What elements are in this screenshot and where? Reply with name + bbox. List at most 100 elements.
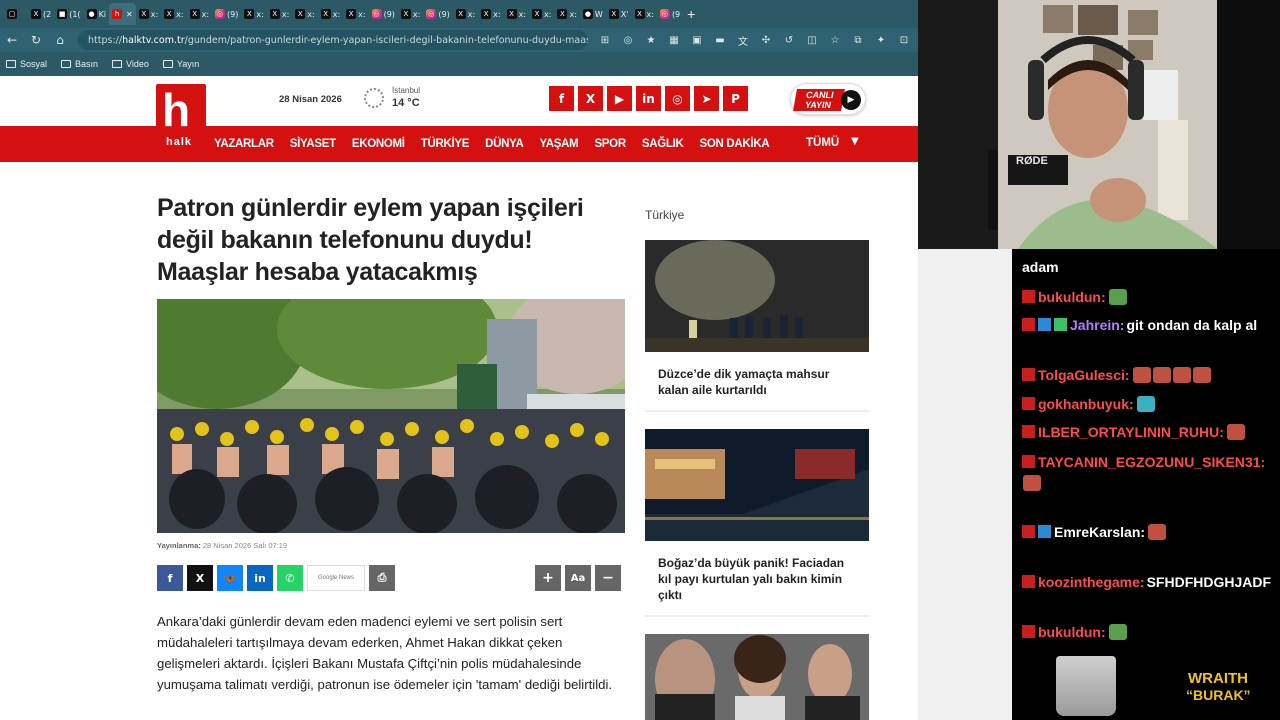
browser-tab[interactable]: ● W [580, 3, 606, 25]
x-icon: X [400, 9, 411, 19]
bookmark-folder[interactable]: Basın [61, 59, 98, 69]
favorites-icon[interactable]: ☆ [826, 31, 844, 49]
nav-item[interactable]: SPOR [594, 138, 626, 150]
pinterest-icon[interactable]: P [723, 86, 748, 111]
font-increase-button[interactable]: + [535, 565, 561, 591]
nav-all-button[interactable]: TÜMÜ [806, 137, 839, 149]
chat-username[interactable]: TAYCANIN_EGZOZUNU_SIKEN31: [1038, 454, 1265, 470]
screenshot-icon[interactable]: ⊡ [895, 31, 913, 49]
browser-tab[interactable]: ● Ki [84, 3, 109, 25]
sidebar-card[interactable] [645, 634, 869, 720]
linkedin-icon[interactable]: in [636, 86, 661, 111]
chat-username[interactable]: Jahrein: [1070, 317, 1124, 333]
chat-username[interactable]: ILBER_ORTAYLININ_RUHU: [1038, 424, 1224, 440]
nav-item[interactable]: SİYASET [290, 138, 336, 150]
chat-username[interactable]: EmreKarslan: [1054, 524, 1145, 540]
browser-tab[interactable]: ■ (1( [54, 3, 83, 25]
back-icon[interactable]: ← [0, 28, 24, 52]
browser-tab[interactable]: Xx: [292, 3, 317, 25]
bluesky-share-button[interactable]: 🦋 [217, 565, 243, 591]
article-hero-image[interactable] [157, 299, 625, 533]
youtube-icon[interactable]: ▶ [607, 86, 632, 111]
x-icon[interactable]: X [578, 86, 603, 111]
nav-item[interactable]: SON DAKİKA [700, 138, 770, 150]
home-icon[interactable]: ⌂ [48, 28, 72, 52]
chat-username[interactable]: TolgaGulesci: [1038, 367, 1130, 383]
browser-tab[interactable]: Xx: [161, 3, 186, 25]
bookmark-folder[interactable]: Yayın [162, 59, 199, 69]
live-broadcast-button[interactable]: CANLI YAYIN ▶ [790, 83, 866, 115]
extension-icon[interactable]: ▣ [688, 31, 706, 49]
refresh-icon[interactable]: ↺ [780, 31, 798, 49]
browser-tab[interactable]: Xx: [453, 3, 478, 25]
x-share-button[interactable]: X [187, 565, 213, 591]
font-decrease-button[interactable]: − [595, 565, 621, 591]
chat-text: adam [1022, 259, 1059, 275]
extension-icon[interactable]: ✣ [757, 31, 775, 49]
chat-username[interactable]: bukuldun: [1038, 289, 1106, 305]
google-news-button[interactable]: Google News [307, 565, 365, 591]
live-line1: CANLI [805, 90, 835, 100]
browser-tab[interactable]: X X' [606, 3, 632, 25]
browser-tab[interactable]: ◎ (9) [423, 3, 452, 25]
nav-item[interactable]: YAZARLAR [214, 138, 274, 150]
bookmark-folder[interactable]: Sosyal [6, 59, 47, 69]
tracking-icon[interactable]: ◎ [619, 31, 637, 49]
sidebar-card[interactable]: Düzce’de dik yamaçta mahsur kalan aile k… [645, 240, 869, 412]
browser-tab[interactable]: Xx: [267, 3, 292, 25]
facebook-share-button[interactable]: f [157, 565, 183, 591]
read-mode-icon[interactable]: ⊞ [596, 31, 614, 49]
browser-tab[interactable]: Xx: [187, 3, 212, 25]
nav-item[interactable]: SAĞLIK [642, 138, 684, 150]
browser-tab[interactable]: X (2 [28, 3, 54, 25]
chat-username[interactable]: koozinthegame: [1038, 574, 1145, 590]
sidebar-section-title[interactable]: Türkiye [645, 208, 684, 222]
reload-icon[interactable]: ↻ [24, 28, 48, 52]
whatsapp-share-button[interactable]: ✆ [277, 565, 303, 591]
browser-tab[interactable]: h ✕ [109, 3, 136, 25]
font-reset-button[interactable]: Aa [565, 565, 591, 591]
browser-tab[interactable]: Xx: [478, 3, 503, 25]
halktv-logo[interactable]: h halk [156, 84, 206, 152]
nav-item[interactable]: YAŞAM [539, 138, 578, 150]
bookmark-folder[interactable]: Video [112, 59, 149, 69]
browser-tab[interactable]: ◎ (9 [657, 3, 683, 25]
instagram-icon[interactable]: ◎ [665, 86, 690, 111]
translate-icon[interactable]: 文 [734, 31, 752, 49]
extension-icon[interactable]: ▦ [665, 31, 683, 49]
star-icon[interactable]: ★ [642, 31, 660, 49]
nav-item[interactable]: EKONOMİ [352, 138, 405, 150]
tab-label: x: [150, 9, 159, 19]
address-bar[interactable]: https://halktv.com.tr/gundem/patron-gunl… [78, 30, 588, 50]
print-icon[interactable]: ⎙ [369, 565, 395, 591]
split-view-icon[interactable]: ◫ [803, 31, 821, 49]
chat-username[interactable]: bukuldun: [1038, 624, 1106, 640]
browser-tab[interactable]: Xx: [241, 3, 266, 25]
chat-username[interactable]: gokhanbuyuk: [1038, 396, 1134, 412]
folder-icon [6, 60, 16, 68]
copilot-icon[interactable]: ✦ [872, 31, 890, 49]
browser-tab[interactable]: Xx: [554, 3, 579, 25]
sidebar-card[interactable]: Boğaz’da büyük panik! Faciadan kıl payı … [645, 429, 869, 617]
browser-tab[interactable]: Xx: [632, 3, 657, 25]
linkedin-share-button[interactable]: in [247, 565, 273, 591]
new-tab-icon[interactable]: + [687, 6, 695, 22]
extension-icon[interactable]: ▬ [711, 31, 729, 49]
browser-tab[interactable]: ◎ (9) [212, 3, 241, 25]
nav-item[interactable]: DÜNYA [485, 138, 524, 150]
facebook-icon[interactable]: f [549, 86, 574, 111]
browser-tab[interactable]: ▢ [4, 3, 28, 25]
live-line2: YAYIN [804, 100, 832, 110]
close-tab-icon[interactable]: ✕ [126, 10, 133, 19]
telegram-icon[interactable]: ➤ [694, 86, 719, 111]
browser-tab[interactable]: ◎ (9) [369, 3, 398, 25]
nav-item[interactable]: TÜRKİYE [421, 138, 470, 150]
browser-tab[interactable]: Xx: [318, 3, 343, 25]
browser-tab[interactable]: Xx: [529, 3, 554, 25]
browser-tab[interactable]: Xx: [398, 3, 423, 25]
browser-tab[interactable]: Xx: [504, 3, 529, 25]
collections-icon[interactable]: ⧉ [849, 31, 867, 49]
browser-tab[interactable]: Xx: [343, 3, 368, 25]
chevron-down-icon[interactable]: ▼ [851, 136, 859, 147]
browser-tab[interactable]: Xx: [136, 3, 161, 25]
